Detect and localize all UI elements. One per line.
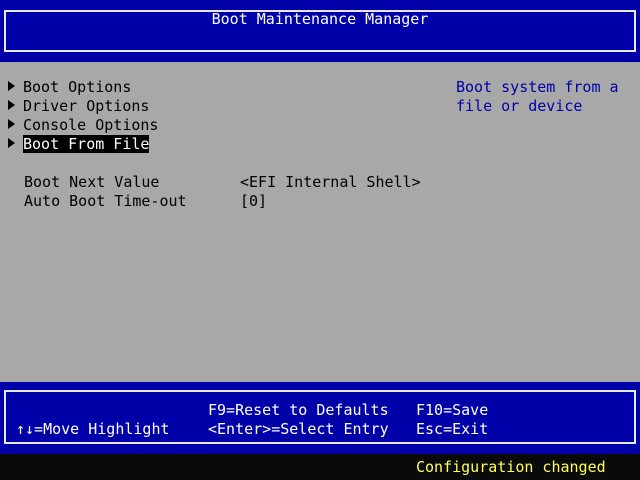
triangle-right-icon xyxy=(8,81,15,91)
status-bar: Configuration changed xyxy=(0,454,640,480)
boot-next-value-select[interactable]: <EFI Internal Shell> xyxy=(240,173,421,192)
menu-item-boot-options[interactable]: Boot Options xyxy=(8,78,131,97)
move-highlight-hint: ↑↓=Move Highlight xyxy=(16,420,170,438)
boot-next-value-label: Boot Next Value xyxy=(24,173,160,191)
page-title: Boot Maintenance Manager xyxy=(211,10,429,28)
help-line: file or device xyxy=(456,97,583,115)
help-line: Boot system from a xyxy=(456,78,619,96)
exit-hint: Esc=Exit xyxy=(416,420,489,438)
menu-item-label-selected: Boot From File xyxy=(23,135,150,153)
select-entry-hint: <Enter>=Select Entry xyxy=(208,420,389,438)
footer-panel: F9=Reset to Defaults F10=Save ↑↓=Move Hi… xyxy=(0,382,640,454)
triangle-right-icon xyxy=(8,119,15,129)
save-hint: F10=Save xyxy=(416,401,489,419)
reset-defaults-hint: F9=Reset to Defaults xyxy=(208,401,389,419)
triangle-right-icon xyxy=(8,138,15,148)
menu-item-label: Driver Options xyxy=(23,97,150,115)
title-bar: Boot Maintenance Manager xyxy=(0,0,640,62)
menu-item-driver-options[interactable]: Driver Options xyxy=(8,97,149,116)
auto-boot-timeout-input[interactable]: [0] xyxy=(240,192,267,211)
menu-item-console-options[interactable]: Console Options xyxy=(8,116,158,135)
menu-item-label: Boot Options xyxy=(23,78,132,96)
help-text: Boot system from a file or device xyxy=(456,78,626,116)
auto-boot-timeout-label: Auto Boot Time-out xyxy=(24,192,187,210)
status-message: Configuration changed xyxy=(416,458,606,476)
menu-item-boot-from-file[interactable]: Boot From File xyxy=(8,135,150,154)
menu-item-label: Console Options xyxy=(23,116,159,134)
triangle-right-icon xyxy=(8,100,15,110)
main-panel: Boot Options Driver Options Console Opti… xyxy=(0,62,640,382)
